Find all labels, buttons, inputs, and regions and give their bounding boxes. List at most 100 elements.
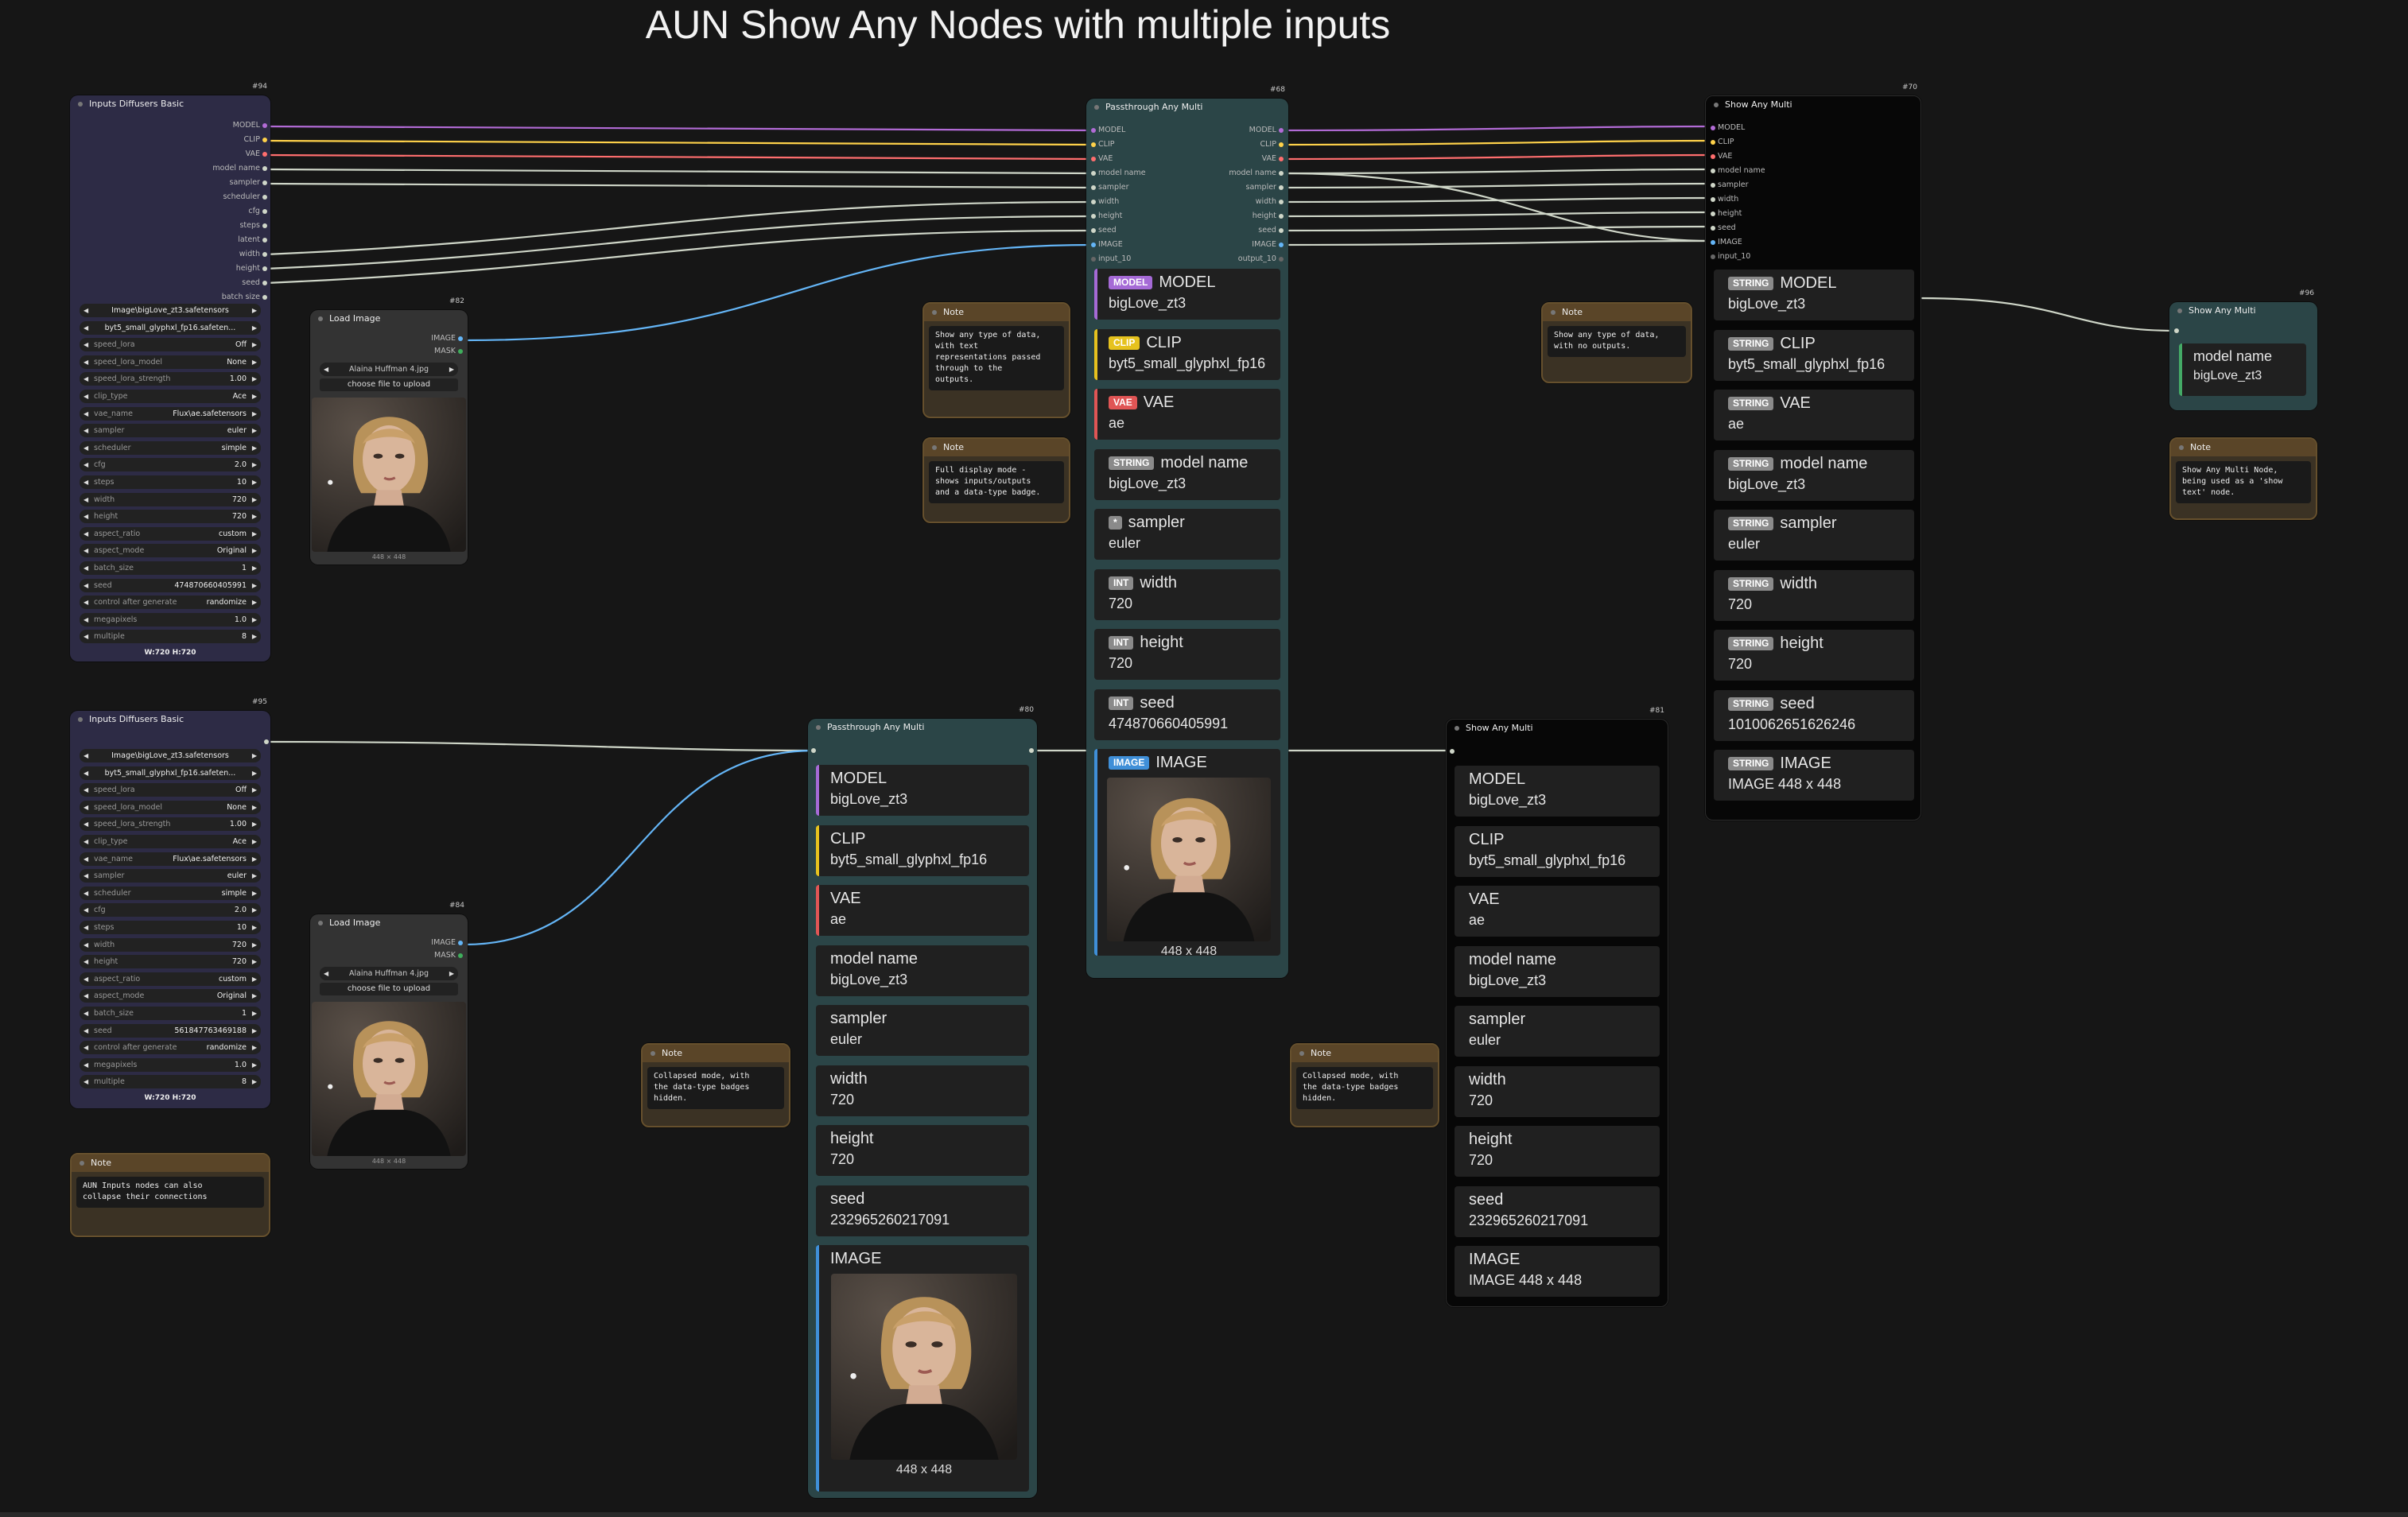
arrow-right-icon[interactable]: ▶ — [252, 579, 257, 592]
note-node[interactable]: Note Show any type of data, with text re… — [922, 302, 1070, 418]
input-port[interactable]: sampler — [1091, 181, 1128, 194]
arrow-right-icon[interactable]: ▶ — [252, 424, 257, 437]
arrow-left-icon[interactable]: ◀ — [84, 527, 88, 541]
input-port[interactable]: CLIP — [1711, 136, 1734, 149]
inputs-diffusers-node-top[interactable]: #94 Inputs Diffusers Basic MODEL CLIP VA… — [70, 83, 270, 662]
image-select[interactable]: ◀ Alaina Huffman 4.jpg ▶ — [320, 967, 458, 980]
arrow-left-icon[interactable]: ◀ — [84, 887, 88, 900]
arrow-right-icon[interactable]: ▶ — [252, 630, 257, 643]
widget-row[interactable]: ◀ Image\bigLove_zt3.safetensors ▶ — [80, 304, 261, 317]
output-port[interactable]: width — [1256, 196, 1284, 208]
input-port[interactable]: MODEL — [1711, 122, 1745, 134]
upload-button[interactable]: choose file to upload — [320, 378, 458, 391]
input-port[interactable]: height — [1091, 210, 1122, 223]
output-port[interactable]: MODEL — [233, 119, 267, 132]
widget-row[interactable]: ◀ clip_type Ace ▶ — [80, 390, 261, 403]
input-port[interactable]: seed — [1091, 224, 1117, 237]
widget-row[interactable]: ◀ batch_size 1 ▶ — [80, 1007, 261, 1020]
node-title[interactable]: Show Any Multi — [1706, 96, 1921, 114]
arrow-right-icon[interactable]: ▶ — [252, 938, 257, 952]
widget-row[interactable]: ◀ control after generate randomize ▶ — [80, 596, 261, 610]
arrow-right-icon[interactable]: ▶ — [252, 852, 257, 866]
load-image-node-bottom[interactable]: #84 Load Image IMAGE MASK ◀ Alaina Huffma… — [310, 902, 468, 1169]
widget-row[interactable]: ◀ seed 561847763469188 ▶ — [80, 1023, 261, 1038]
arrow-left-icon[interactable]: ◀ — [84, 1007, 88, 1020]
arrow-left-icon[interactable]: ◀ — [84, 801, 88, 814]
load-image-node-top[interactable]: #82 Load Image IMAGE MASK ◀ Alaina Huffma… — [310, 297, 468, 565]
arrow-right-icon[interactable]: ▶ — [252, 955, 257, 968]
arrow-right-icon[interactable]: ▶ — [252, 544, 257, 557]
arrow-left-icon[interactable]: ◀ — [84, 955, 88, 968]
arrow-left-icon[interactable]: ◀ — [84, 630, 88, 643]
widget-row[interactable]: ◀ speed_lora_strength 1.00 ▶ — [80, 372, 261, 386]
arrow-right-icon[interactable]: ▶ — [252, 1024, 257, 1038]
arrow-left-icon[interactable]: ◀ — [84, 475, 88, 489]
arrow-right-icon[interactable]: ▶ — [449, 363, 454, 376]
output-port[interactable]: seed — [1258, 224, 1284, 237]
arrow-right-icon[interactable]: ▶ — [252, 475, 257, 489]
arrow-right-icon[interactable]: ▶ — [252, 561, 257, 575]
widget-row[interactable]: ◀ width 720 ▶ — [80, 492, 261, 506]
show-any-collapsed-node[interactable]: #81 Show Any Multi MODEL bigLove_zt3 CLIP b… — [1446, 707, 1668, 1307]
arrow-right-icon[interactable]: ▶ — [252, 887, 257, 900]
widget-row[interactable]: ◀ aspect_mode Original ▶ — [80, 544, 261, 558]
output-port[interactable]: CLIP — [1260, 138, 1284, 151]
widget-row[interactable]: ◀ height 720 ▶ — [80, 955, 261, 969]
note-text[interactable]: AUN Inputs nodes can also collapse their… — [76, 1177, 264, 1208]
output-port[interactable]: VAE — [246, 148, 267, 161]
node-title[interactable]: Load Image — [310, 914, 468, 932]
widget-row[interactable]: ◀ aspect_mode Original ▶ — [80, 989, 261, 1003]
arrow-left-icon[interactable]: ◀ — [84, 338, 88, 351]
input-port[interactable]: IMAGE — [1711, 236, 1742, 249]
arrow-left-icon[interactable]: ◀ — [84, 989, 88, 1003]
widget-row[interactable]: ◀ clip_type Ace ▶ — [80, 835, 261, 848]
arrow-right-icon[interactable]: ▶ — [252, 766, 257, 780]
widget-row[interactable]: ◀ steps 10 ▶ — [80, 921, 261, 934]
arrow-right-icon[interactable]: ▶ — [252, 921, 257, 934]
output-port[interactable]: width — [239, 248, 267, 261]
arrow-right-icon[interactable]: ▶ — [252, 1007, 257, 1020]
arrow-left-icon[interactable]: ◀ — [84, 869, 88, 883]
arrow-left-icon[interactable]: ◀ — [84, 903, 88, 917]
arrow-left-icon[interactable]: ◀ — [84, 544, 88, 557]
arrow-right-icon[interactable]: ▶ — [252, 783, 257, 797]
widget-row[interactable]: ◀ aspect_ratio custom ▶ — [80, 526, 261, 541]
arrow-left-icon[interactable]: ◀ — [84, 852, 88, 866]
widget-row[interactable]: ◀ aspect_ratio custom ▶ — [80, 972, 261, 986]
output-port[interactable]: sampler — [1246, 181, 1284, 194]
arrow-left-icon[interactable]: ◀ — [84, 561, 88, 575]
arrow-left-icon[interactable]: ◀ — [84, 493, 88, 506]
arrow-right-icon[interactable]: ▶ — [252, 493, 257, 506]
output-mask[interactable]: MASK — [434, 949, 463, 962]
input-port[interactable] — [2174, 328, 2179, 333]
widget-row[interactable]: ◀ Image\bigLove_zt3.safetensors ▶ — [80, 749, 261, 762]
node-title[interactable]: Passthrough Any Multi — [1086, 99, 1288, 116]
widget-row[interactable]: ◀ scheduler simple ▶ — [80, 440, 261, 455]
output-port[interactable]: IMAGE — [1252, 239, 1284, 251]
arrow-left-icon[interactable]: ◀ — [84, 424, 88, 437]
input-port[interactable]: width — [1091, 196, 1119, 208]
arrow-right-icon[interactable]: ▶ — [252, 1075, 257, 1088]
widget-row[interactable]: ◀ sampler euler ▶ — [80, 869, 261, 883]
input-port[interactable]: sampler — [1711, 179, 1748, 192]
input-port[interactable]: MODEL — [1091, 124, 1125, 137]
widget-row[interactable]: ◀ byt5_small_glyphxl_fp16.safeten... ▶ — [80, 320, 261, 335]
arrow-right-icon[interactable]: ▶ — [252, 596, 257, 609]
output-port[interactable]: cfg — [248, 205, 267, 218]
arrow-left-icon[interactable]: ◀ — [84, 613, 88, 627]
arrow-left-icon[interactable]: ◀ — [84, 458, 88, 471]
widget-row[interactable]: ◀ height 720 ▶ — [80, 510, 261, 524]
output-port[interactable]: output_10 — [1238, 253, 1284, 266]
arrow-right-icon[interactable]: ▶ — [252, 613, 257, 627]
arrow-right-icon[interactable]: ▶ — [252, 441, 257, 455]
widget-row[interactable]: ◀ width 720 ▶ — [80, 937, 261, 952]
arrow-left-icon[interactable]: ◀ — [84, 1041, 88, 1054]
widget-row[interactable]: ◀ speed_lora Off ▶ — [80, 783, 261, 797]
arrow-right-icon[interactable]: ▶ — [252, 390, 257, 403]
input-port[interactable]: CLIP — [1091, 138, 1115, 151]
output-port[interactable]: seed — [242, 277, 267, 289]
input-port[interactable]: seed — [1711, 222, 1736, 235]
widget-row[interactable]: ◀ control after generate randomize ▶ — [80, 1041, 261, 1055]
node-title[interactable]: Inputs Diffusers Basic — [70, 95, 270, 113]
arrow-right-icon[interactable]: ▶ — [252, 972, 257, 986]
